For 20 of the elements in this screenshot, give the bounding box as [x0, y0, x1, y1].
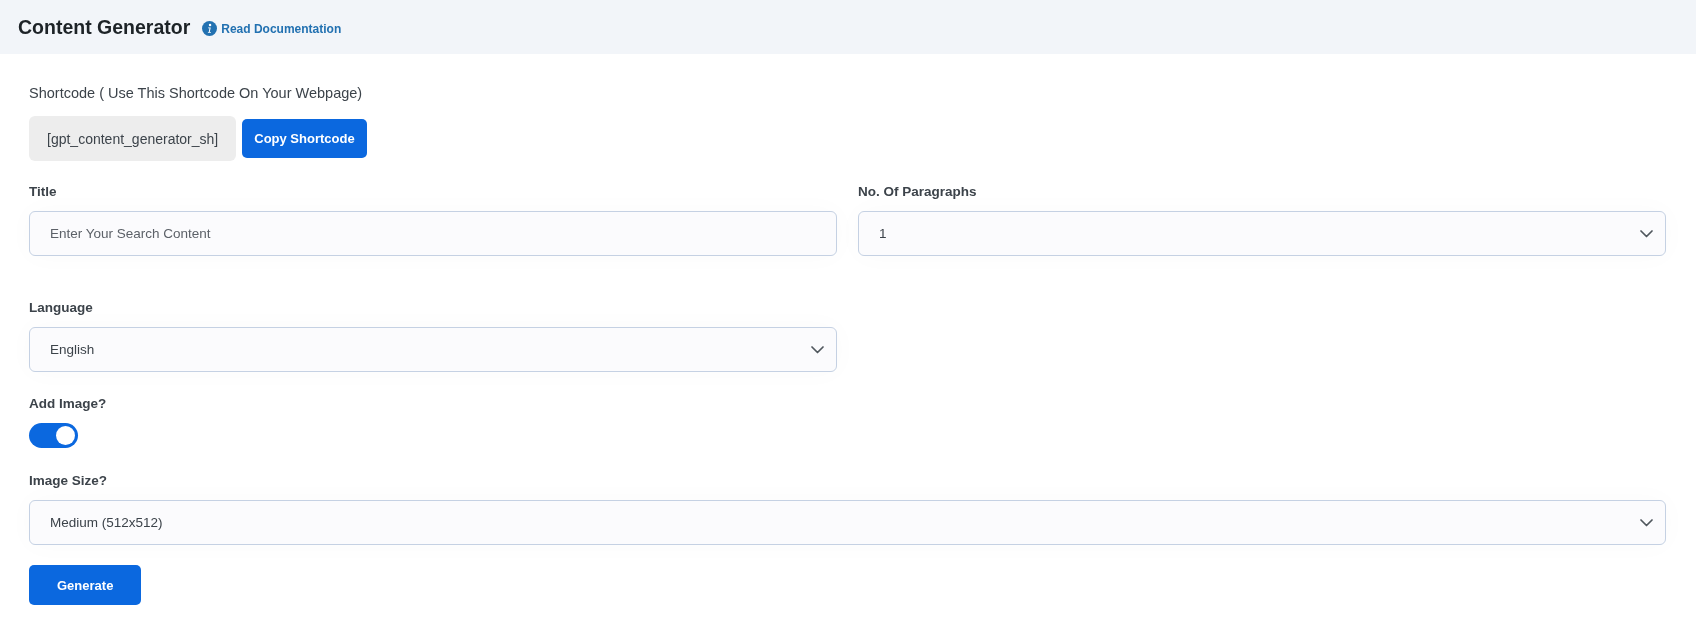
page-title: Content Generator	[18, 15, 191, 39]
field-label: Add Image?	[29, 395, 107, 412]
info-icon	[202, 21, 218, 36]
select-field[interactable]: English	[29, 327, 837, 372]
text-input[interactable]: Enter Your Search Content	[29, 211, 837, 256]
field-label: Language	[29, 299, 93, 316]
shortcode-label: Shortcode ( Use This Shortcode On Your Webpage)	[29, 85, 363, 102]
field-label: No. Of Paragraphs	[858, 183, 977, 200]
chevron-down-icon	[1640, 518, 1653, 527]
toggle-switch[interactable]	[29, 423, 78, 448]
shortcode-field: [gpt_content_generator_sh]	[29, 116, 237, 161]
generate-button[interactable]: Generate	[29, 565, 142, 605]
field-label: Image Size?	[29, 472, 108, 489]
field-label: Title	[29, 183, 57, 200]
chevron-down-icon	[811, 345, 824, 354]
select-field[interactable]: 1	[858, 211, 1666, 256]
documentation-link[interactable]: Read Documentation	[202, 21, 342, 36]
copy-shortcode-button[interactable]: Copy Shortcode	[242, 119, 367, 158]
select-field[interactable]: Medium (512x512)	[29, 500, 1666, 545]
chevron-down-icon	[1640, 229, 1653, 238]
